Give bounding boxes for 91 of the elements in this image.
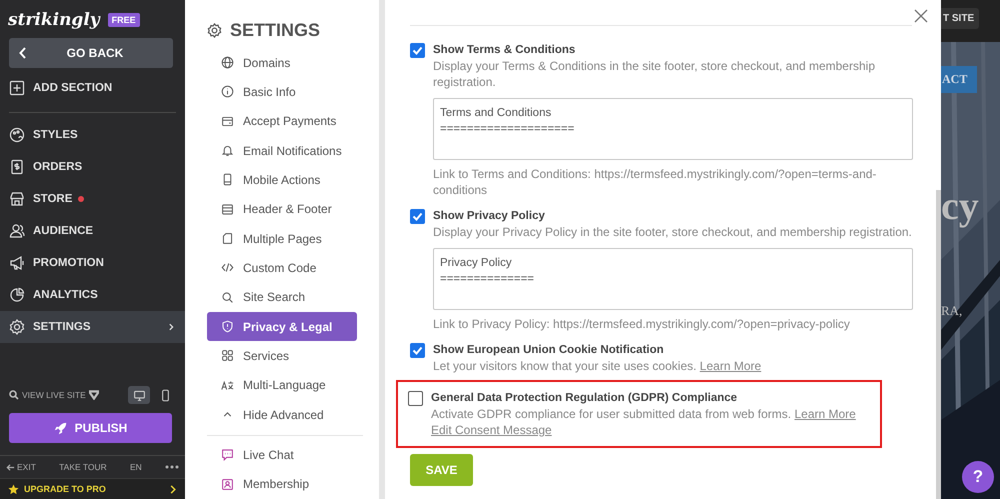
settings-menu-item[interactable]: Privacy & Legal [207, 312, 357, 342]
checkbox[interactable] [410, 209, 425, 224]
sidebar-item[interactable]: ANALYTICS [0, 279, 185, 311]
device-toggle[interactable] [128, 386, 150, 404]
settings-menu-item[interactable]: Site Search [207, 282, 357, 312]
settings-icon [207, 23, 222, 38]
settings-menu-item[interactable]: Hide Advanced [207, 400, 357, 430]
plan-badge: FREE [108, 13, 140, 27]
pie-chart-icon [9, 287, 25, 303]
layout-icon [221, 202, 234, 216]
settings-menu-item[interactable]: Custom Code [207, 253, 357, 283]
people-icon [9, 223, 25, 239]
chat-icon [221, 448, 234, 462]
edit-consent-link[interactable]: Edit Consent Message [431, 422, 552, 438]
app-menu-item[interactable]: Membership [207, 470, 357, 499]
learn-more-link[interactable]: Learn More [700, 359, 762, 373]
option-description: Display your Terms & Conditions in the site footer, store checkout, and membership registration. [433, 58, 876, 90]
add-section-item[interactable]: ADD SECTION [0, 72, 185, 104]
phone-icon [221, 173, 234, 186]
checkbox[interactable] [408, 391, 423, 406]
link-note: Link to Terms and Conditions: https://termsfeed.mystrikingly.com/?open=terms-and-conditions [433, 166, 878, 198]
bell-icon [221, 144, 234, 158]
settings-icon [9, 319, 25, 335]
settings-menu-item[interactable]: Basic Info [207, 77, 357, 107]
contact-button[interactable]: ACT [941, 66, 978, 93]
sidebar-item[interactable]: PROMOTION [0, 247, 185, 279]
settings-menu-item[interactable]: Email Notifications [207, 136, 357, 166]
settings-menu-item[interactable]: Header & Footer [207, 194, 357, 224]
option-title: Show Terms & Conditions [433, 43, 576, 58]
member-card-icon [221, 478, 234, 491]
upgrade-bar[interactable]: UPGRADE TO PRO [0, 478, 185, 499]
chevron-left-icon [19, 47, 27, 59]
receipt-icon [9, 159, 25, 175]
view-live-site-link[interactable]: VIEW LIVE SITE [22, 390, 86, 400]
desktop-icon [132, 388, 146, 402]
sidebar-item[interactable]: ORDERS [0, 151, 185, 183]
panel-title: SETTINGS [230, 20, 320, 41]
plus-square-icon [9, 80, 25, 96]
option-title: Show Privacy Policy [433, 209, 546, 224]
more-icon[interactable] [165, 465, 179, 469]
logo: strikingly [8, 10, 100, 30]
sidebar-item[interactable]: STORE [0, 183, 185, 215]
sidebar-item[interactable]: SETTINGS [0, 311, 185, 343]
shield-icon [221, 320, 234, 334]
settings-menu-item[interactable]: Mobile Actions [207, 165, 357, 195]
page-icon [221, 232, 234, 246]
hero-text: RA, [941, 303, 962, 319]
link-note: Link to Privacy Policy: https://termsfeed.mystrikingly.com/?open=privacy-policy [433, 316, 851, 332]
hero-heading: cy [941, 182, 979, 229]
checkbox[interactable] [410, 343, 425, 358]
megaphone-icon [9, 255, 25, 271]
settings-menu-item[interactable]: Multi-Language [207, 370, 357, 400]
card-icon [221, 114, 234, 128]
globe-icon [221, 56, 234, 70]
text-area[interactable]: Privacy Policy ============== [433, 248, 913, 310]
palette-icon [9, 127, 25, 143]
settings-menu-item[interactable]: Accept Payments [207, 106, 357, 136]
caret-icon [88, 390, 99, 400]
option-title: Show European Union Cookie Notification [433, 343, 665, 358]
exit-link[interactable]: EXIT [17, 462, 36, 472]
code-icon [221, 261, 234, 274]
translate-icon [221, 378, 234, 392]
option-title: General Data Protection Regulation (GDPR) Compliance [431, 391, 738, 406]
checkbox[interactable] [410, 43, 425, 58]
option-description: Display your Privacy Policy in the site footer, store checkout, and membership registration. [433, 224, 913, 240]
learn-more-link[interactable]: Learn More [794, 407, 856, 421]
settings-menu-item[interactable]: Domains [207, 48, 357, 78]
footer-link[interactable]: TAKE TOUR [59, 462, 107, 472]
option-description: Activate GDPR compliance for user submitted data from web forms. Learn More [431, 406, 857, 422]
publish-button[interactable]: PUBLISH [9, 413, 172, 443]
rocket-icon [54, 422, 67, 434]
close-button[interactable] [913, 9, 929, 25]
option-description: Let your visitors know that your site uses cookies. Learn More [433, 358, 762, 374]
storefront-icon [9, 191, 25, 207]
upgrade-label: UPGRADE TO PRO [24, 484, 106, 494]
sidebar-item[interactable]: AUDIENCE [0, 215, 185, 247]
search-icon [221, 290, 234, 304]
sidebar-item[interactable]: STYLES [0, 119, 185, 151]
app-menu-item[interactable]: Live Chat [207, 440, 357, 470]
arrow-left-icon [6, 462, 15, 472]
go-back-button[interactable]: GO BACK [9, 38, 173, 68]
search-icon [9, 390, 19, 400]
settings-menu-item[interactable]: Multiple Pages [207, 224, 357, 254]
text-area[interactable]: Terms and Conditions ==================== [433, 98, 913, 160]
chevron-right-icon [169, 484, 177, 494]
grid-icon [221, 349, 234, 362]
star-icon [8, 484, 19, 494]
footer-link[interactable]: EN [130, 462, 142, 472]
info-icon [221, 85, 234, 98]
view-site-button[interactable]: T SITE [941, 8, 980, 29]
settings-menu-item[interactable]: Services [207, 341, 357, 371]
